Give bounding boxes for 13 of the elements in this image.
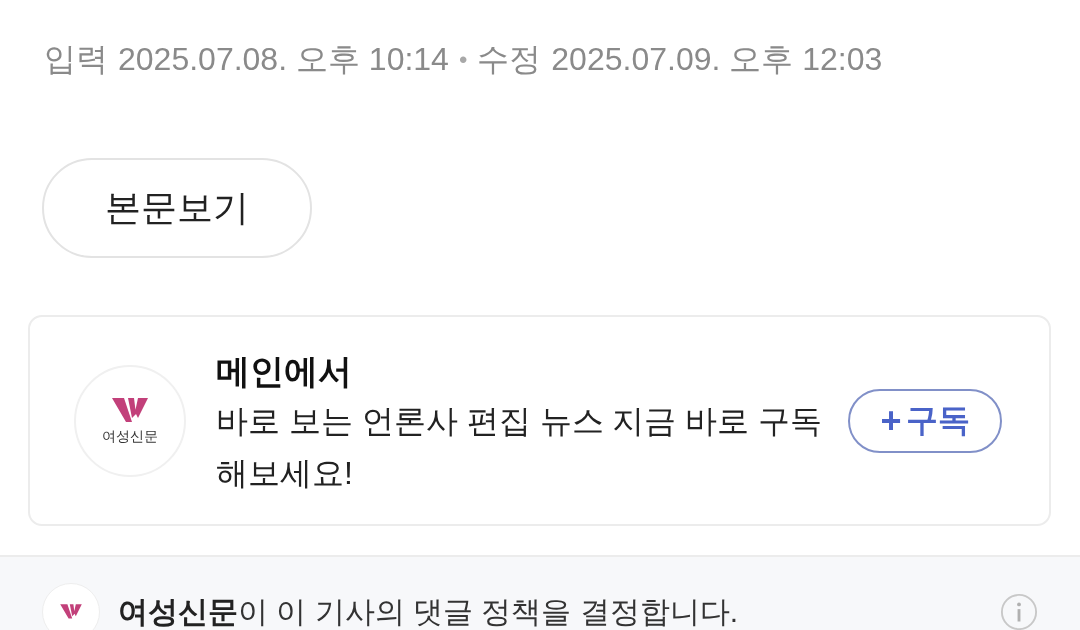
edit-label: 수정 (477, 40, 542, 79)
info-icon[interactable] (1000, 593, 1038, 630)
input-time: 2025.07.08. 오후 10:14 (118, 40, 449, 79)
logo-text: 여성신문 (102, 428, 158, 446)
subscribe-button[interactable]: +구독 (848, 389, 1002, 453)
comment-policy-text: 여성신문이 이 기사의 댓글 정책을 결정합니다. (118, 594, 739, 630)
view-article-button[interactable]: 본문보기 (42, 158, 312, 258)
card-title: 메인에서 (216, 351, 353, 392)
edit-time: 2025.07.09. 오후 12:03 (551, 40, 883, 79)
separator-dot: • (458, 46, 468, 74)
card-description: 바로 보는 언론사 편집 뉴스 지금 바로 구독해보세요! (216, 402, 824, 493)
input-label: 입력 (44, 40, 108, 79)
logo-mark-icon (59, 603, 83, 621)
